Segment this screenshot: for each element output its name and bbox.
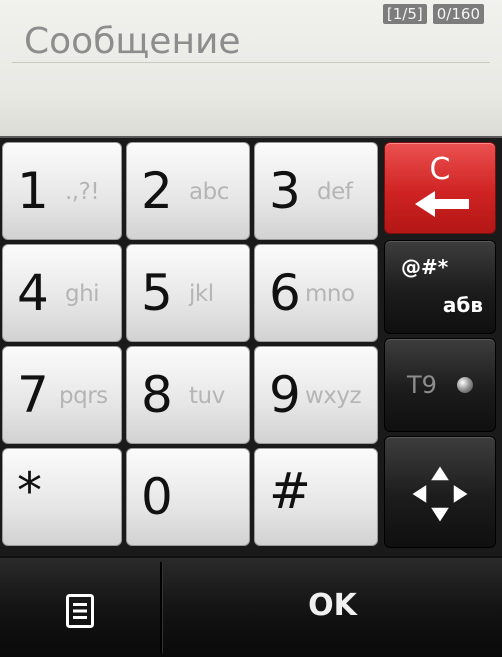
key-letters: wxyz bbox=[305, 383, 362, 409]
key-digit: 4 bbox=[17, 264, 49, 322]
list-menu-icon bbox=[66, 594, 94, 628]
key-digit: * bbox=[17, 462, 42, 520]
key-digit: # bbox=[269, 462, 311, 520]
key-5[interactable]: 5 jkl bbox=[126, 244, 250, 342]
backspace-arrow-icon bbox=[415, 191, 469, 217]
key-letters: jkl bbox=[189, 281, 214, 307]
ok-label: OK bbox=[308, 588, 357, 623]
key-6[interactable]: 6 mno bbox=[254, 244, 378, 342]
key-1[interactable]: 1 .,?! bbox=[2, 142, 122, 240]
key-digit: 9 bbox=[269, 366, 301, 424]
t9-keypad: 1 .,?! 2 abc 3 def C 4 ghi 5 jkl 6 mno @… bbox=[0, 138, 502, 556]
key-letters: pqrs bbox=[59, 383, 108, 409]
key-letters: .,?! bbox=[65, 179, 100, 205]
key-letters: def bbox=[317, 179, 353, 205]
key-letters: tuv bbox=[189, 383, 225, 409]
key-7[interactable]: 7 pqrs bbox=[2, 346, 122, 444]
clear-key[interactable]: C bbox=[384, 142, 496, 234]
directional-arrows-icon bbox=[412, 466, 468, 522]
key-letters: ghi bbox=[65, 281, 100, 307]
symbols-label: @#* bbox=[401, 255, 449, 279]
ok-button[interactable]: OK bbox=[163, 558, 502, 657]
key-2[interactable]: 2 abc bbox=[126, 142, 250, 240]
t9-toggle-key[interactable]: T9 bbox=[384, 338, 496, 432]
key-digit: 7 bbox=[17, 366, 49, 424]
key-3[interactable]: 3 def bbox=[254, 142, 378, 240]
key-digit: 5 bbox=[141, 264, 173, 322]
key-digit: 1 bbox=[17, 162, 49, 220]
key-star[interactable]: * bbox=[2, 448, 122, 546]
key-letters: abc bbox=[189, 179, 229, 205]
message-compose-area: [1/5] 0/160 bbox=[0, 0, 502, 138]
key-0[interactable]: 0 bbox=[126, 448, 250, 546]
t9-label: T9 bbox=[407, 371, 437, 399]
key-hash[interactable]: # bbox=[254, 448, 378, 546]
cyrillic-label: абв bbox=[442, 293, 483, 317]
navigation-key[interactable] bbox=[384, 436, 496, 548]
message-input[interactable] bbox=[24, 16, 464, 66]
symbols-key[interactable]: @#* абв bbox=[384, 240, 496, 334]
softkey-divider bbox=[160, 562, 162, 653]
key-digit: 8 bbox=[141, 366, 173, 424]
key-digit: 0 bbox=[141, 468, 173, 526]
key-letters: mno bbox=[305, 281, 355, 307]
input-underline bbox=[12, 62, 490, 63]
menu-button[interactable] bbox=[0, 558, 160, 657]
clear-key-label: C bbox=[429, 152, 451, 187]
key-digit: 6 bbox=[269, 264, 301, 322]
softkey-bar: OK bbox=[0, 558, 502, 657]
key-8[interactable]: 8 tuv bbox=[126, 346, 250, 444]
t9-indicator-dot-icon bbox=[457, 377, 473, 393]
key-4[interactable]: 4 ghi bbox=[2, 244, 122, 342]
key-9[interactable]: 9 wxyz bbox=[254, 346, 378, 444]
key-digit: 3 bbox=[269, 162, 301, 220]
key-digit: 2 bbox=[141, 162, 173, 220]
sms-compose-screen: [1/5] 0/160 1 .,?! 2 abc 3 def C 4 g bbox=[0, 0, 502, 657]
